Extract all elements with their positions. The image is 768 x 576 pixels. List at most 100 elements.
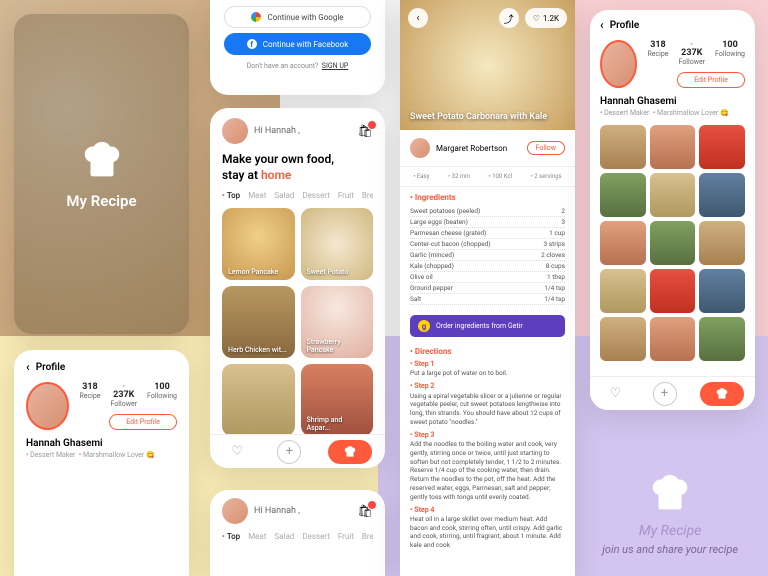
grid-item[interactable] bbox=[699, 125, 745, 169]
direction-step: • Step 1Put a large pot of water on to b… bbox=[410, 360, 565, 378]
recipe-card[interactable]: Herb Chicken wit... bbox=[222, 286, 295, 358]
ingredient-row: Salt1/4 tsp bbox=[410, 294, 565, 305]
grid-item[interactable] bbox=[600, 173, 646, 217]
recipe-screen: ‹ ⤴ ♡ 1.2K Sweet Potato Carbonara with K… bbox=[400, 0, 575, 576]
tab-top[interactable]: Top bbox=[222, 191, 240, 200]
recipe-card[interactable]: Strawberry Pancake bbox=[301, 286, 374, 358]
tab-meat[interactable]: Meat bbox=[248, 191, 266, 200]
profile-avatar[interactable] bbox=[600, 40, 637, 88]
getir-button[interactable]: g Order ingredients from Getir bbox=[410, 315, 565, 337]
profile-name: Hannah Ghasemi bbox=[600, 96, 745, 107]
edit-profile-button[interactable]: Edit Profile bbox=[677, 72, 745, 88]
grid-item[interactable] bbox=[650, 269, 696, 313]
ingredient-row: Large eggs (beaten)3 bbox=[410, 217, 565, 228]
ingredient-row: Olive oil1 tbsp bbox=[410, 272, 565, 283]
headline: Make your own food, stay at home bbox=[222, 152, 373, 183]
back-icon[interactable]: ‹ bbox=[600, 18, 604, 32]
ingredient-row: Center-cut bacon (chopped)3 strips bbox=[410, 239, 565, 250]
share-button[interactable]: ⤴ bbox=[499, 8, 519, 28]
tab-salad[interactable]: Salad bbox=[274, 191, 294, 200]
facebook-icon: f bbox=[247, 39, 257, 49]
back-button[interactable]: ‹ bbox=[408, 8, 428, 28]
like-button[interactable]: ♡ 1.2K bbox=[525, 8, 567, 28]
ingredient-row: Ground pepper1/4 tsp bbox=[410, 283, 565, 294]
bottom-nav: ♡ + bbox=[210, 434, 385, 468]
greeting: Hi Hannah , bbox=[254, 126, 300, 136]
chef-hat-icon bbox=[647, 471, 693, 517]
tab-dessert[interactable]: Dessert bbox=[302, 191, 330, 200]
facebook-login-button[interactable]: f Continue with Facebook bbox=[224, 33, 371, 55]
avatar[interactable] bbox=[222, 498, 248, 524]
nav-add-button[interactable]: + bbox=[277, 440, 301, 464]
recipe-card[interactable] bbox=[222, 364, 295, 436]
author-name: Margaret Robertson bbox=[436, 144, 521, 153]
recipe-card[interactable]: Shrimp and Aspar... bbox=[301, 364, 374, 436]
profile-tags: • Dessert Maker • Marshmallow Lover 😋 bbox=[26, 451, 177, 459]
profile-avatar[interactable] bbox=[26, 382, 69, 430]
back-icon[interactable]: ‹ bbox=[26, 360, 30, 374]
recipe-meta: Easy32 min100 Kcl2 servings bbox=[400, 167, 575, 187]
directions-section: Directions • Step 1Put a large pot of wa… bbox=[400, 341, 575, 560]
profile-grid bbox=[600, 125, 745, 361]
direction-step: • Step 2Using a spiral vegetable slicer … bbox=[410, 382, 565, 427]
auth-panel: Continue with Google f Continue with Fac… bbox=[210, 0, 385, 95]
grid-item[interactable] bbox=[600, 125, 646, 169]
nav-home-button[interactable] bbox=[700, 382, 744, 406]
recipe-title: Sweet Potato Carbonara with Kale bbox=[410, 112, 547, 122]
greeting: Hi Hannah , bbox=[254, 506, 300, 516]
cart-badge bbox=[368, 121, 376, 129]
nav-home-button[interactable] bbox=[328, 440, 372, 464]
profile-screen-small: ‹Profile 318Recipe •237KFollower 100Foll… bbox=[14, 350, 189, 576]
grid-item[interactable] bbox=[600, 317, 646, 361]
app-title: My Recipe bbox=[66, 192, 136, 210]
grid-item[interactable] bbox=[600, 221, 646, 265]
grid-item[interactable] bbox=[650, 317, 696, 361]
grid-item[interactable] bbox=[699, 317, 745, 361]
grid-item[interactable] bbox=[650, 221, 696, 265]
tab-bread[interactable]: Bread bbox=[362, 191, 373, 200]
home-screen: Hi Hannah , 🛍 Make your own food, stay a… bbox=[210, 108, 385, 468]
profile-screen-large: ‹Profile 318Recipe •237KFollower 100Foll… bbox=[590, 10, 755, 410]
follow-button[interactable]: Follow bbox=[527, 141, 565, 155]
splash-screen: My Recipe bbox=[14, 14, 189, 334]
getir-icon: g bbox=[418, 320, 430, 332]
promo-subtitle: join us and share your recipe bbox=[602, 543, 738, 556]
ingredients-section: Ingredients Sweet potatoes (peeled)2Larg… bbox=[400, 187, 575, 311]
category-tabs: Top Meat Salad Dessert Fruit Bread SeaFo… bbox=[222, 191, 373, 200]
profile-name: Hannah Ghasemi bbox=[26, 438, 177, 449]
promo-title: My Recipe bbox=[602, 523, 738, 539]
profile-tags: • Dessert Maker • Marshmallow Lover 😋 bbox=[600, 109, 745, 117]
grid-item[interactable] bbox=[650, 125, 696, 169]
recipe-card[interactable]: Lemon Pancake bbox=[222, 208, 295, 280]
home-screen-mini: Hi Hannah , 🛍 Top Meat Salad Dessert Fru… bbox=[210, 490, 385, 576]
ingredient-row: Sweet potatoes (peeled)2 bbox=[410, 206, 565, 217]
grid-item[interactable] bbox=[699, 173, 745, 217]
nav-heart-icon[interactable]: ♡ bbox=[602, 380, 630, 408]
cart-icon[interactable]: 🛍 bbox=[358, 124, 373, 138]
ingredient-row: Garlic (minced)2 cloves bbox=[410, 250, 565, 261]
google-login-button[interactable]: Continue with Google bbox=[224, 6, 371, 28]
nav-heart-icon[interactable]: ♡ bbox=[223, 438, 251, 466]
ingredient-row: Kale (chopped)8 cups bbox=[410, 261, 565, 272]
grid-item[interactable] bbox=[600, 269, 646, 313]
google-icon bbox=[251, 12, 261, 22]
grid-item[interactable] bbox=[650, 173, 696, 217]
direction-step: • Step 4Heat oil in a large skillet over… bbox=[410, 506, 565, 551]
profile-stats: 318Recipe •237KFollower 100Following bbox=[79, 382, 177, 408]
cart-icon[interactable]: 🛍 bbox=[358, 504, 373, 518]
signup-prompt: Don't have an account? SIGN UP bbox=[247, 62, 349, 70]
recipe-hero: ‹ ⤴ ♡ 1.2K Sweet Potato Carbonara with K… bbox=[400, 0, 575, 130]
signup-link[interactable]: SIGN UP bbox=[322, 62, 349, 70]
profile-stats: 318Recipe •237KFollower 100Following bbox=[647, 40, 745, 66]
tab-fruit[interactable]: Fruit bbox=[338, 191, 354, 200]
promo-block: My Recipe join us and share your recipe bbox=[602, 471, 738, 556]
recipe-card[interactable]: Sweet Potato bbox=[301, 208, 374, 280]
author-avatar[interactable] bbox=[410, 138, 430, 158]
grid-item[interactable] bbox=[699, 221, 745, 265]
avatar[interactable] bbox=[222, 118, 248, 144]
chef-hat-icon bbox=[79, 138, 125, 184]
grid-item[interactable] bbox=[699, 269, 745, 313]
bottom-nav: ♡ + bbox=[590, 376, 755, 410]
nav-add-button[interactable]: + bbox=[653, 382, 677, 406]
edit-profile-button[interactable]: Edit Profile bbox=[109, 414, 177, 430]
